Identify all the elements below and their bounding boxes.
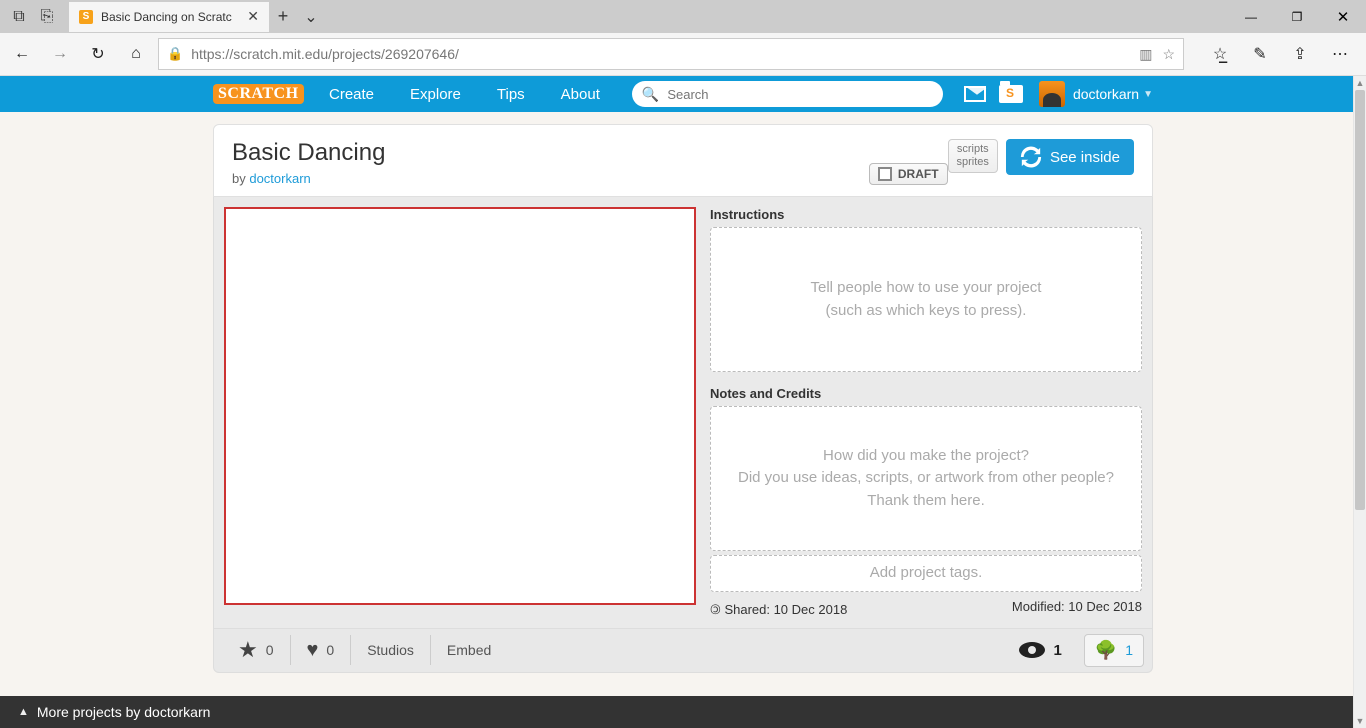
see-inside-button[interactable]: See inside — [1006, 139, 1134, 175]
project-header: Basic Dancing by doctorkarn DRAFT script… — [213, 124, 1153, 197]
more-icon[interactable]: ⋯ — [1320, 38, 1360, 70]
minimize-button[interactable]: — — [1228, 0, 1274, 33]
heart-icon: ♥ — [307, 639, 319, 662]
search-icon: 🔍 — [642, 86, 659, 103]
address-bar: ← → ↻ ⌂ 🔒 https://scratch.mit.edu/projec… — [0, 33, 1366, 76]
new-tab-button[interactable]: + — [269, 3, 297, 31]
page-content: Basic Dancing by doctorkarn DRAFT script… — [0, 112, 1366, 726]
tab-actions-icon-1[interactable]: ⧉ — [5, 3, 33, 31]
tab-strip: ⧉ ⎘ S Basic Dancing on Scratc ✕ + ⌄ — [0, 0, 325, 33]
project-author: by doctorkarn — [232, 171, 869, 186]
favorites-list-icon[interactable]: ☆̲ — [1200, 38, 1240, 70]
nav-tips[interactable]: Tips — [479, 76, 543, 112]
caret-down-icon: ▼ — [1143, 89, 1153, 100]
favorite-stat[interactable]: ★ 0 — [222, 635, 291, 665]
vertical-scrollbar[interactable]: ▲ ▼ — [1353, 76, 1366, 728]
lock-icon: 🔒 — [167, 46, 183, 62]
scratch-navbar: SCRATCH Create Explore Tips About 🔍 S do… — [0, 76, 1366, 112]
share-icon[interactable]: ⇪ — [1280, 38, 1320, 70]
tags-input[interactable]: Add project tags. — [710, 555, 1142, 592]
copyleft-icon: 🄯 — [710, 602, 724, 617]
mystuff-icon[interactable]: S — [993, 76, 1029, 112]
nav-explore[interactable]: Explore — [392, 76, 479, 112]
stats-bar: ★ 0 ♥ 0 Studios Embed 1 🌳 1 — [213, 629, 1153, 673]
remix-tree-button[interactable]: 🌳 1 — [1084, 634, 1144, 667]
url-text: https://scratch.mit.edu/projects/2692076… — [191, 46, 1131, 62]
close-tab-icon[interactable]: ✕ — [247, 8, 259, 25]
project-title: Basic Dancing — [232, 139, 869, 167]
username-label: doctorkarn — [1073, 86, 1139, 102]
caret-up-icon: ▲ — [18, 706, 29, 718]
project-body: Instructions Tell people how to use your… — [213, 197, 1153, 629]
nav-create[interactable]: Create — [311, 76, 392, 112]
scratch-logo[interactable]: SCRATCH — [213, 82, 293, 106]
embed-button[interactable]: Embed — [431, 635, 507, 665]
draft-button[interactable]: DRAFT — [869, 163, 948, 185]
views-stat: 1 — [1007, 642, 1073, 659]
more-projects-label: More projects by doctorkarn — [37, 704, 211, 720]
scripts-sprites-toggle[interactable]: scripts sprites — [948, 139, 998, 173]
url-input[interactable]: 🔒 https://scratch.mit.edu/projects/26920… — [158, 38, 1184, 70]
browser-tab[interactable]: S Basic Dancing on Scratc ✕ — [69, 2, 269, 32]
browser-titlebar: ⧉ ⎘ S Basic Dancing on Scratc ✕ + ⌄ — ❐ … — [0, 0, 1366, 33]
more-projects-bar[interactable]: ▲ More projects by doctorkarn — [0, 696, 1353, 728]
love-stat[interactable]: ♥ 0 — [291, 635, 352, 665]
notes-label: Notes and Credits — [710, 386, 1142, 401]
notes-icon[interactable]: ✎ — [1240, 38, 1280, 70]
nav-about[interactable]: About — [543, 76, 618, 112]
messages-icon[interactable] — [957, 76, 993, 112]
favicon-icon: S — [79, 10, 93, 24]
star-icon: ★ — [238, 637, 258, 663]
tab-dropdown-icon[interactable]: ⌄ — [297, 3, 325, 31]
author-link[interactable]: doctorkarn — [249, 171, 310, 186]
scroll-up-icon[interactable]: ▲ — [1354, 76, 1366, 90]
project-stage[interactable] — [224, 207, 696, 605]
scroll-down-icon[interactable]: ▼ — [1354, 714, 1366, 728]
favorite-icon[interactable]: ☆ — [1162, 46, 1175, 63]
search-input[interactable] — [667, 87, 933, 102]
tree-icon: 🌳 — [1095, 640, 1117, 661]
studios-button[interactable]: Studios — [351, 635, 431, 665]
instructions-label: Instructions — [710, 207, 1142, 222]
reading-view-icon[interactable]: ▥ — [1139, 46, 1152, 63]
see-inside-icon — [1020, 146, 1042, 168]
eye-icon — [1019, 642, 1045, 658]
user-avatar[interactable] — [1039, 81, 1065, 107]
tab-title: Basic Dancing on Scratc — [101, 10, 232, 24]
window-close-button[interactable]: ✕ — [1320, 0, 1366, 33]
modified-date: Modified: 10 Dec 2018 — [1012, 599, 1142, 618]
shared-date: Shared: 10 Dec 2018 — [724, 602, 847, 617]
scrollbar-thumb[interactable] — [1355, 90, 1365, 510]
notes-input[interactable]: How did you make the project? Did you us… — [710, 406, 1142, 551]
browser-toolbar-right: ☆̲ ✎ ⇪ ⋯ — [1200, 38, 1360, 70]
user-menu[interactable]: doctorkarn ▼ — [1073, 86, 1153, 102]
nav-search[interactable]: 🔍 — [632, 81, 943, 107]
project-dates: 🄯 Shared: 10 Dec 2018 Modified: 10 Dec 2… — [710, 599, 1142, 618]
home-button[interactable]: ⌂ — [120, 38, 152, 70]
reload-button[interactable]: ↻ — [82, 38, 114, 70]
maximize-button[interactable]: ❐ — [1274, 0, 1320, 33]
back-button[interactable]: ← — [6, 38, 38, 70]
instructions-input[interactable]: Tell people how to use your project (suc… — [710, 227, 1142, 372]
tab-actions-icon-2[interactable]: ⎘ — [33, 3, 61, 31]
window-controls: — ❐ ✕ — [1228, 0, 1366, 33]
draft-checkbox-icon — [878, 167, 892, 181]
forward-button[interactable]: → — [44, 38, 76, 70]
